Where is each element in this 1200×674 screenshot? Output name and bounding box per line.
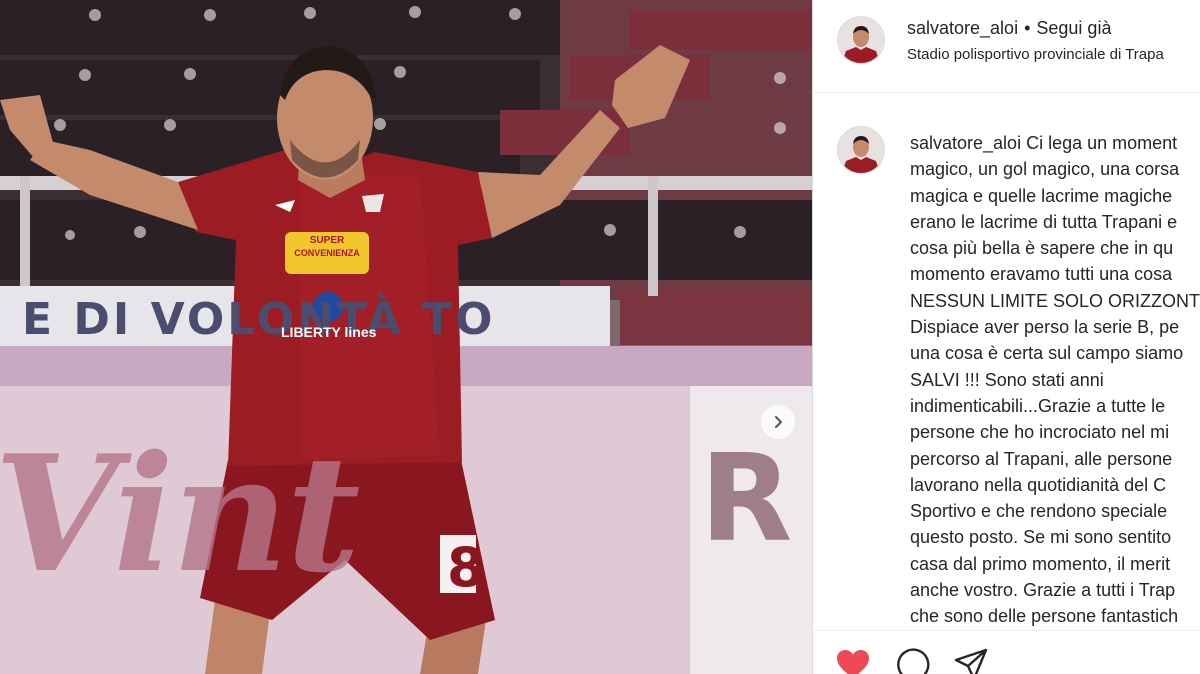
stadium-banner-text: E DI VOLONTÀ TO	[22, 294, 496, 345]
svg-text:8: 8	[447, 536, 485, 599]
post-photo: 8 E DI VOLONTÀ TO Vint R SUPER CONVENIEN…	[0, 0, 812, 674]
username-link[interactable]: salvatore_aloi	[907, 18, 1018, 38]
avatar[interactable]	[837, 16, 885, 64]
caption-comment: salvatore_aloi Ci lega un moment magico,…	[813, 118, 1200, 626]
separator-dot: •	[1024, 18, 1031, 38]
chevron-right-icon	[775, 416, 782, 428]
profile-picture	[838, 17, 884, 63]
profile-picture	[838, 127, 884, 173]
shirt-sponsor-main: LIBERTY lines	[281, 324, 377, 340]
post-header: salvatore_aloi • Segui già Stadio polispor…	[813, 0, 1200, 93]
post-author-line: salvatore_aloi • Segui già	[907, 18, 1111, 39]
caption-text-block: salvatore_aloi Ci lega un moment magico,…	[910, 130, 1200, 626]
heart-icon[interactable]	[835, 647, 871, 674]
shirt-sponsor-top: SUPER CONVENIENZA	[285, 234, 369, 260]
led-board-text: Vint	[0, 420, 360, 608]
avatar[interactable]	[837, 126, 885, 174]
sponsor-line-2: CONVENIENZA	[294, 248, 360, 258]
follow-status-button[interactable]: Segui già	[1036, 18, 1111, 38]
led-board-text-right: R	[700, 430, 793, 569]
next-photo-button[interactable]	[761, 405, 795, 439]
sponsor-line-1: SUPER	[309, 235, 345, 246]
caption-username-link[interactable]: salvatore_aloi	[910, 133, 1021, 153]
caption-text: Ci lega un moment magico, un gol magico,…	[910, 133, 1200, 626]
location-link[interactable]: Stadio polisportivo provinciale di Trapa	[907, 46, 1164, 63]
post-side-panel: salvatore_aloi • Segui già Stadio polispor…	[812, 0, 1200, 674]
comment-icon[interactable]	[895, 647, 931, 674]
share-icon[interactable]	[953, 647, 989, 674]
post-actions-bar	[813, 630, 1200, 674]
